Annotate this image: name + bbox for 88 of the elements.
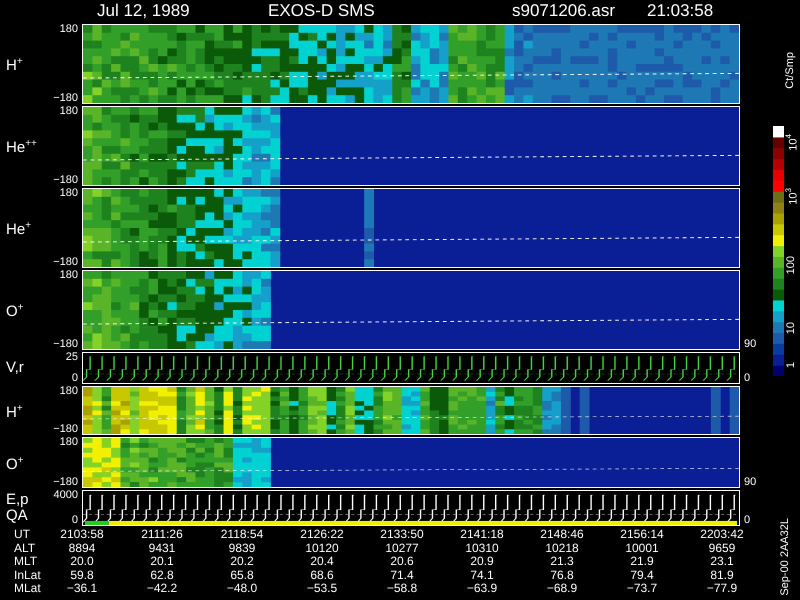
table-value: 10001: [624, 542, 660, 556]
table-value: −58.8: [386, 582, 418, 596]
table-value: 76.8: [549, 568, 575, 582]
table-value: 9659: [708, 542, 736, 556]
axis-tick-label: 180: [60, 106, 78, 117]
file-name: s9071206.asr: [512, 0, 616, 22]
panel-label: QA: [5, 508, 28, 524]
axis-tick-label: 90: [744, 477, 758, 488]
row-label: UT: [13, 528, 31, 542]
row-label: ALT: [13, 542, 36, 556]
table-value: 21.9: [629, 555, 655, 569]
table-value: 8894: [68, 542, 96, 556]
axis-tick-label: 0: [744, 515, 752, 526]
plot-time: 21:03:58: [647, 0, 714, 22]
table-value: 10120: [304, 542, 340, 556]
axis-tick-label: −180: [53, 339, 78, 350]
axis-tick-label: 180: [60, 188, 78, 199]
row-label: MLT: [13, 555, 38, 569]
axis-tick-label: 180: [60, 437, 78, 448]
table-value: 65.8: [229, 568, 255, 582]
table-value: 71.4: [389, 568, 415, 582]
plot-date: Jul 12, 1989: [97, 0, 191, 22]
table-value: 2203:42: [699, 528, 745, 542]
table-value: 68.6: [309, 568, 335, 582]
panel-label: H$^{+}$: [5, 55, 23, 74]
axis-tick-label: 0: [744, 373, 752, 384]
table-value: 10310: [464, 542, 500, 556]
table-value: 2141:18: [459, 528, 505, 542]
instrument-title: EXOS-D SMS: [268, 0, 376, 22]
panel-label: H$^{+}$: [5, 402, 23, 420]
table-value: −42.2: [146, 582, 178, 596]
axis-tick-label: 25: [66, 352, 78, 363]
axis-tick-label: −180: [53, 93, 78, 104]
axis-tick-label: 180: [60, 386, 78, 397]
axis-tick-label: 4000: [54, 490, 78, 501]
colorbar-tick-label: 10: [785, 322, 797, 334]
axis-tick-label: −180: [53, 175, 78, 186]
table-value: 74.1: [469, 568, 495, 582]
table-value: 2111:26: [140, 528, 184, 542]
panel-label: E,p: [5, 492, 29, 508]
panel-label: He$^{+}$: [5, 219, 32, 238]
footer-code-text: Sep-00 2AA32L: [779, 518, 791, 596]
table-value: 20.4: [309, 555, 335, 569]
table-value: 10277: [384, 542, 420, 556]
table-value: 9431: [148, 542, 176, 556]
table-value: 2126:22: [299, 528, 345, 542]
axis-tick-label: −180: [53, 424, 78, 435]
table-value: 10218: [544, 542, 580, 556]
table-value: 20.1: [149, 555, 175, 569]
table-value: 2118:54: [220, 528, 264, 542]
table-value: −48.0: [226, 582, 258, 596]
table-value: 2148:46: [539, 528, 585, 542]
panel-label: He$^{++}$: [5, 137, 37, 156]
colorbar-tick-label: 1: [785, 362, 797, 368]
axis-tick-label: 0: [72, 373, 78, 384]
colorbar-unit: Ct/Smp: [784, 52, 796, 89]
table-value: −77.9: [706, 582, 738, 596]
table-value: −68.9: [546, 582, 578, 596]
table-value: 21.3: [549, 555, 575, 569]
colorbar-tick-label: 100: [785, 256, 797, 274]
axis-tick-label: 0: [72, 515, 78, 526]
table-value: 81.9: [709, 568, 735, 582]
table-value: 62.8: [149, 568, 175, 582]
table-value: 20.2: [229, 555, 255, 569]
table-value: 59.8: [69, 568, 95, 582]
table-value: −63.9: [466, 582, 498, 596]
axis-tick-label: 180: [60, 24, 78, 35]
row-label: InLat: [13, 568, 42, 582]
axis-tick-label: 90: [744, 339, 758, 350]
table-value: 2133:50: [379, 528, 425, 542]
table-value: 9839: [228, 542, 256, 556]
table-value: 79.4: [629, 568, 655, 582]
table-value: −53.5: [306, 582, 338, 596]
table-value: 23.1: [709, 555, 735, 569]
table-value: −36.1: [66, 582, 98, 596]
table-value: 20.0: [69, 555, 95, 569]
axis-tick-label: 180: [60, 270, 78, 281]
panel-label: O$^{+}$: [5, 301, 24, 320]
table-value: 2103:58: [59, 528, 105, 542]
table-value: 20.9: [469, 555, 495, 569]
table-value: 2156:14: [619, 528, 665, 542]
row-label: MLat: [13, 582, 42, 596]
axis-tick-label: −180: [53, 257, 78, 268]
axis-tick-label: −180: [53, 477, 78, 488]
table-value: 20.6: [389, 555, 415, 569]
table-value: −73.7: [626, 582, 658, 596]
panel-label: O$^{+}$: [5, 454, 24, 472]
panel-label: V,r: [5, 360, 24, 376]
